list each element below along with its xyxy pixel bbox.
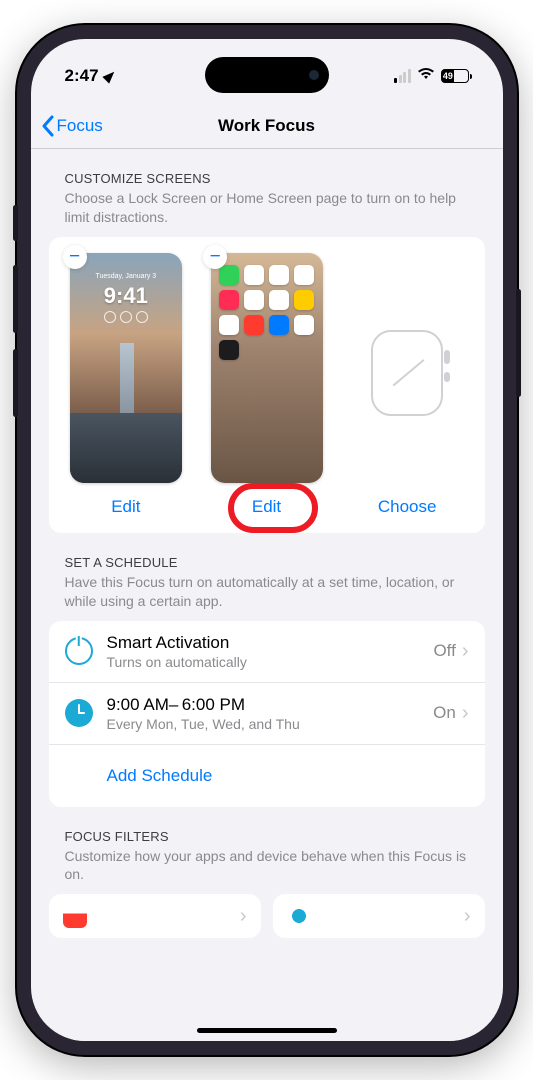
- home-screen-preview: [211, 253, 323, 483]
- smart-value: Off: [433, 641, 455, 661]
- watch-icon: [371, 330, 443, 416]
- lock-date: Tuesday, January 3: [70, 273, 182, 280]
- volume-down-button: [13, 349, 18, 417]
- customize-sub: Choose a Lock Screen or Home Screen page…: [65, 189, 469, 227]
- side-button: [516, 289, 521, 397]
- home-indicator[interactable]: [197, 1028, 337, 1033]
- filters-header: Focus Filters: [65, 829, 469, 844]
- chevron-left-icon: [41, 115, 55, 137]
- filters-row: › ›: [49, 894, 485, 938]
- choose-watch-button[interactable]: Choose: [378, 497, 437, 517]
- home-screen-item[interactable]: − Edit: [201, 253, 332, 517]
- content[interactable]: Customize Screens Choose a Lock Screen o…: [31, 149, 503, 1041]
- clock-icon: [65, 699, 93, 727]
- lock-screen-item[interactable]: − Tuesday, January 3 9:41 Edit: [61, 253, 192, 517]
- app-grid: [219, 265, 315, 360]
- chevron-right-icon: ›: [464, 905, 471, 928]
- watch-item[interactable]: Choose: [342, 323, 473, 517]
- phone-screen: 2:47 49 Focus Work Focus Customize Scree…: [31, 39, 503, 1041]
- filter-card-calendar[interactable]: ›: [49, 894, 261, 938]
- wifi-icon: [417, 67, 435, 86]
- silent-switch: [13, 205, 18, 241]
- highlight-circle: [228, 483, 318, 533]
- filters-sub: Customize how your apps and device behav…: [65, 847, 469, 885]
- nav-bar: Focus Work Focus: [31, 103, 503, 149]
- smart-activation-row[interactable]: Smart Activation Turns on automatically …: [49, 621, 485, 683]
- dynamic-island: [205, 57, 329, 93]
- remove-home-button[interactable]: −: [203, 245, 227, 269]
- time-schedule-row[interactable]: 9:00 AM– 6:00 PM Every Mon, Tue, Wed, an…: [49, 683, 485, 745]
- cellular-icon: [394, 69, 411, 83]
- time-sub: Every Mon, Tue, Wed, and Thu: [107, 716, 434, 732]
- skyline-graphic: [70, 413, 182, 483]
- chevron-right-icon: ›: [240, 905, 247, 928]
- schedule-sub: Have this Focus turn on automatically at…: [65, 573, 469, 611]
- watch-preview: [357, 323, 457, 423]
- page-title: Work Focus: [218, 116, 315, 136]
- smart-sub: Turns on automatically: [107, 654, 434, 670]
- power-icon: [65, 637, 93, 665]
- remove-lock-button[interactable]: −: [63, 245, 87, 269]
- edit-home-button[interactable]: Edit: [252, 497, 281, 517]
- filter-card-safari[interactable]: ›: [273, 894, 485, 938]
- add-schedule-row[interactable]: Add Schedule: [49, 745, 485, 807]
- battery-icon: 49: [441, 69, 469, 83]
- safari-icon: [287, 904, 311, 928]
- chevron-right-icon: ›: [462, 640, 469, 663]
- back-button[interactable]: Focus: [41, 115, 103, 137]
- lock-time: 9:41: [70, 283, 182, 309]
- edit-lock-button[interactable]: Edit: [111, 497, 140, 517]
- volume-up-button: [13, 265, 18, 333]
- schedule-card: Smart Activation Turns on automatically …: [49, 621, 485, 807]
- calendar-icon: [63, 904, 87, 928]
- chevron-right-icon: ›: [462, 702, 469, 725]
- add-schedule-link: Add Schedule: [107, 766, 213, 786]
- back-label: Focus: [57, 116, 103, 136]
- time-value: On: [433, 703, 456, 723]
- location-icon: [102, 68, 117, 83]
- lock-widgets: [70, 311, 182, 323]
- customize-header: Customize Screens: [65, 171, 469, 186]
- time-title: 9:00 AM– 6:00 PM: [107, 695, 434, 715]
- lock-screen-preview: Tuesday, January 3 9:41: [70, 253, 182, 483]
- phone-frame: 2:47 49 Focus Work Focus Customize Scree…: [17, 25, 517, 1055]
- smart-title: Smart Activation: [107, 633, 434, 653]
- screens-card: − Tuesday, January 3 9:41 Edit −: [49, 237, 485, 533]
- schedule-header: Set a Schedule: [65, 555, 469, 570]
- status-time: 2:47: [65, 66, 99, 86]
